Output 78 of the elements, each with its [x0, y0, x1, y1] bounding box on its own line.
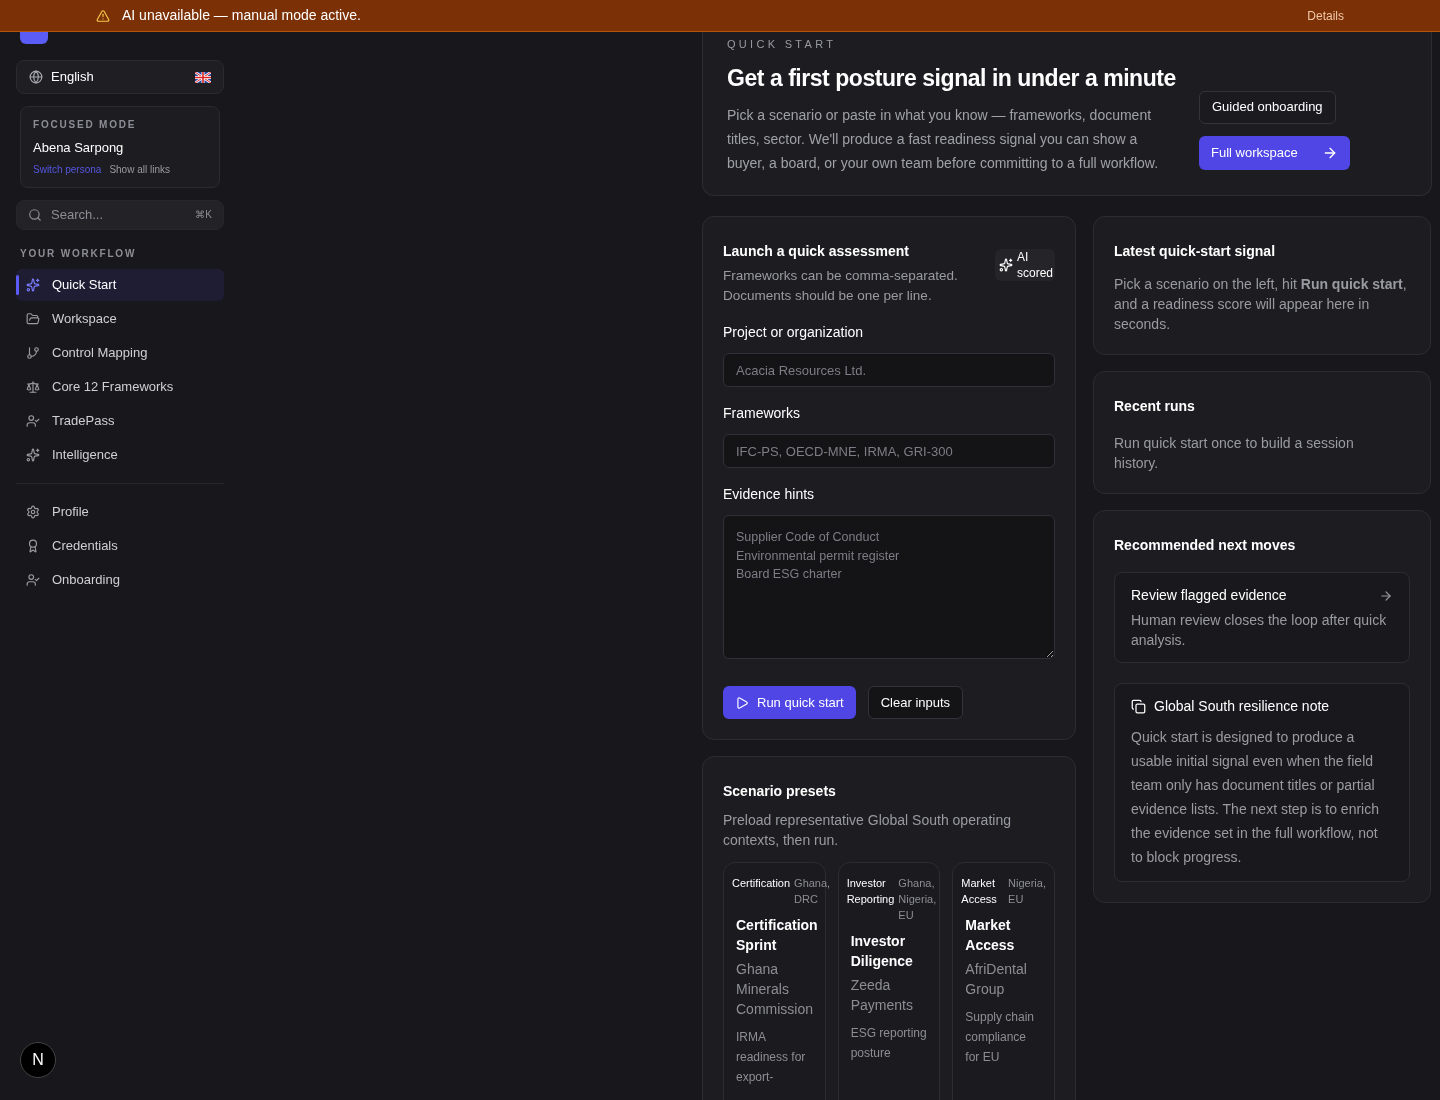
scenario-region: Ghana, DRC — [794, 876, 831, 907]
play-icon — [735, 695, 749, 710]
nav-item[interactable]: TradePass — [16, 404, 224, 437]
move-title: Review flagged evidence — [1131, 586, 1288, 605]
flag-icon — [195, 71, 211, 83]
user-check-icon — [26, 572, 40, 587]
card-title: Latest quick-start signal — [1114, 242, 1277, 261]
hero-description: Pick a scenario or paste in what you know — frameworks, document titles, sector. We'll produce a fast readiness signal you can show a buyer, a board, or your own team before committing to a full workflow. — [727, 106, 1160, 173]
scenario-card[interactable]: Investor Reporting Ghana, Nigeria, EU Investor Diligence Zeeda Payments ESG reporting posture — [837, 862, 941, 1100]
folder-icon — [26, 311, 40, 326]
warning-icon — [96, 8, 110, 23]
guided-onboarding-button[interactable]: Guided onboarding — [1199, 90, 1336, 124]
scenario-region: Ghana, Nigeria, EU — [898, 876, 937, 923]
nav-item[interactable]: Intelligence — [16, 438, 224, 471]
field-label: Evidence hints — [723, 485, 816, 504]
nav-item[interactable]: Quick Start — [16, 268, 224, 301]
text-input[interactable]: IFC-PS, OECD-MNE, IRMA, GRI-300 — [723, 434, 1055, 468]
show-links-link[interactable]: Show all links — [109, 161, 170, 177]
banner-message: AI unavailable — manual mode active. — [122, 6, 361, 25]
scenario-tag: Investor Reporting — [846, 875, 895, 907]
card-title: Launch a quick assessment — [723, 242, 910, 261]
sparkles-icon — [26, 277, 40, 292]
scenario-tag: Market Access — [961, 875, 1005, 907]
card-subtitle: Frameworks can be comma-separated. Documents should be one per line. — [723, 267, 959, 305]
scenario-description: IRMA readiness for export- — [736, 1029, 807, 1086]
next-move-card[interactable]: Review flagged evidence Human review closes the loop after quick analysis. — [1114, 572, 1410, 663]
scenario-title: Market Access — [965, 916, 1016, 955]
scenario-description: Supply chain compliance for EU — [965, 1009, 1036, 1066]
clear-inputs-button[interactable]: Clear inputs — [867, 686, 964, 719]
nav-item[interactable]: Core 12 Frameworks — [16, 370, 224, 403]
run-quick-start-button[interactable]: Run quick start — [723, 686, 856, 719]
move-title: Global South resilience note — [1154, 697, 1331, 716]
scenario-description: ESG reporting posture — [850, 1025, 928, 1062]
sparkles-icon — [26, 447, 40, 462]
nav-item[interactable]: Credentials — [16, 529, 224, 562]
field-label: Project or organization — [723, 323, 865, 342]
nav-item[interactable]: Profile — [16, 495, 224, 528]
scenario-org: Ghana Minerals Commission — [736, 960, 813, 1019]
copy-icon — [1131, 699, 1146, 714]
shortcut-hint: ⌘K — [195, 207, 212, 222]
card-title: Recommended next moves — [1114, 536, 1297, 555]
ai-scored-badge: AI scored — [995, 249, 1055, 281]
globe-icon — [29, 70, 43, 84]
move-description: Quick start is designed to produce a usable initial signal even when the field team only has document titles or partial evidence lists. The next step is to enrich the evidence set in the full workflow, not to block progress. — [1131, 728, 1380, 867]
card-body: Run quick start once to build a session history. — [1114, 434, 1355, 473]
scenario-title: Investor Diligence — [850, 932, 914, 971]
scenario-org: Zeeda Payments — [850, 976, 914, 1015]
persona-name: Abena Sarpong — [33, 139, 125, 157]
card-title: Scenario presets — [723, 782, 837, 801]
search-icon — [28, 207, 42, 222]
scenario-tag: Certification — [732, 875, 791, 891]
section-label: YOUR WORKFLOW — [20, 246, 138, 261]
details-link[interactable]: Details — [1307, 6, 1344, 25]
scale-icon — [26, 379, 40, 394]
scenario-org: AfriDental Group — [965, 960, 1028, 999]
dev-indicator-button[interactable]: N — [20, 1042, 56, 1078]
sparkles-icon — [999, 258, 1013, 272]
branch-icon — [26, 345, 40, 360]
user-check-icon — [26, 413, 40, 428]
scenario-card[interactable]: Market Access Nigeria, EU Market Access AfriDental Group Supply chain compliance for EU — [952, 862, 1055, 1100]
full-workspace-button[interactable]: Full workspace — [1199, 135, 1350, 170]
hero-title: Get a first posture signal in under a minute — [727, 63, 1177, 93]
evidence-textarea[interactable]: Supplier Code of Conduct Environmental permit register Board ESG charter — [723, 515, 1055, 659]
text-input[interactable]: Acacia Resources Ltd. — [723, 353, 1055, 387]
section-label: FOCUSED MODE — [33, 118, 138, 132]
eyebrow-label: QUICK START — [727, 37, 838, 52]
field-label: Frameworks — [723, 404, 801, 423]
move-description: Human review closes the loop after quick analysis. — [1131, 611, 1388, 650]
nav-item[interactable]: Onboarding — [16, 563, 224, 596]
card-title: Recent runs — [1114, 397, 1196, 416]
award-icon — [26, 538, 40, 553]
language-selector[interactable]: English — [16, 60, 224, 94]
nav-item[interactable]: Control Mapping — [16, 336, 224, 369]
scenario-region: Nigeria, EU — [1008, 876, 1046, 907]
card-body: Pick a scenario on the left, hit Run quick start, and a readiness score will appear here in seconds. — [1114, 275, 1408, 334]
card-subtitle: Preload representative Global South operating contexts, then run. — [723, 811, 1012, 850]
settings-icon — [26, 504, 40, 519]
nav-item[interactable]: Workspace — [16, 302, 224, 335]
